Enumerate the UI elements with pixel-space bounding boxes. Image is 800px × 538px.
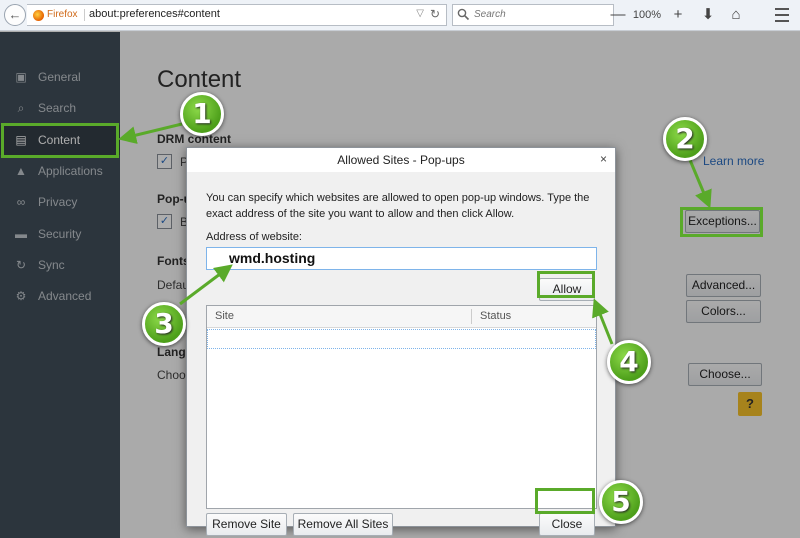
sites-list-header: Site Status (207, 306, 596, 328)
home-icon[interactable]: ⌂ (726, 4, 746, 26)
search-placeholder: Search (474, 9, 506, 20)
reload-icon[interactable]: ↻ (430, 7, 440, 21)
column-header-site[interactable]: Site (215, 310, 234, 322)
remove-all-sites-button[interactable]: Remove All Sites (293, 513, 393, 536)
step-badge-2: 2 (663, 117, 707, 161)
highlight-content-nav (1, 123, 119, 158)
search-icon (457, 8, 470, 21)
step-badge-1: 1 (180, 92, 224, 136)
highlight-exceptions-button (680, 207, 763, 237)
highlight-close-button (535, 488, 595, 514)
firefox-logo-icon (33, 10, 44, 21)
zoom-out-button[interactable]: — (608, 4, 628, 26)
sites-list[interactable]: Site Status (206, 305, 597, 509)
back-button[interactable]: ← (4, 4, 26, 26)
step-badge-3: 3 (142, 302, 186, 346)
address-label: Address of website: (206, 231, 302, 243)
zoom-reset-button[interactable]: 100% (630, 4, 664, 26)
allowed-sites-dialog: Allowed Sites - Pop-ups × You can specif… (186, 147, 616, 536)
step-badge-4: 4 (607, 340, 651, 384)
back-arrow-icon: ← (8, 7, 22, 22)
dialog-title: Allowed Sites - Pop-ups (337, 153, 465, 167)
close-icon[interactable]: × (600, 152, 607, 166)
remove-site-button[interactable]: Remove Site (206, 513, 287, 536)
list-item[interactable] (207, 329, 596, 349)
dropdown-arrow-icon[interactable]: ▽ (416, 8, 424, 19)
column-header-status[interactable]: Status (480, 310, 511, 322)
zoom-in-button[interactable]: + (668, 4, 688, 26)
dialog-body: You can specify which websites are allow… (187, 172, 615, 536)
column-divider (471, 309, 472, 324)
dialog-description: You can specify which websites are allow… (206, 192, 590, 220)
highlight-allow-button (537, 271, 595, 298)
step-badge-5: 5 (599, 480, 643, 524)
url-bar[interactable]: Firefox about:preferences#content ▽ ↻ (27, 4, 447, 26)
website-address-input[interactable]: wmd.hosting (206, 247, 597, 270)
downloads-icon[interactable]: ⬇ (698, 4, 718, 26)
search-bar[interactable]: Search (452, 4, 614, 26)
close-button[interactable]: Close (539, 513, 595, 536)
url-text[interactable]: about:preferences#content (89, 8, 220, 20)
identity-label[interactable]: Firefox (47, 9, 78, 20)
browser-toolbar: ← Firefox about:preferences#content ▽ ↻ … (0, 0, 800, 31)
url-separator (84, 9, 85, 21)
hamburger-menu-icon[interactable] (770, 4, 794, 26)
